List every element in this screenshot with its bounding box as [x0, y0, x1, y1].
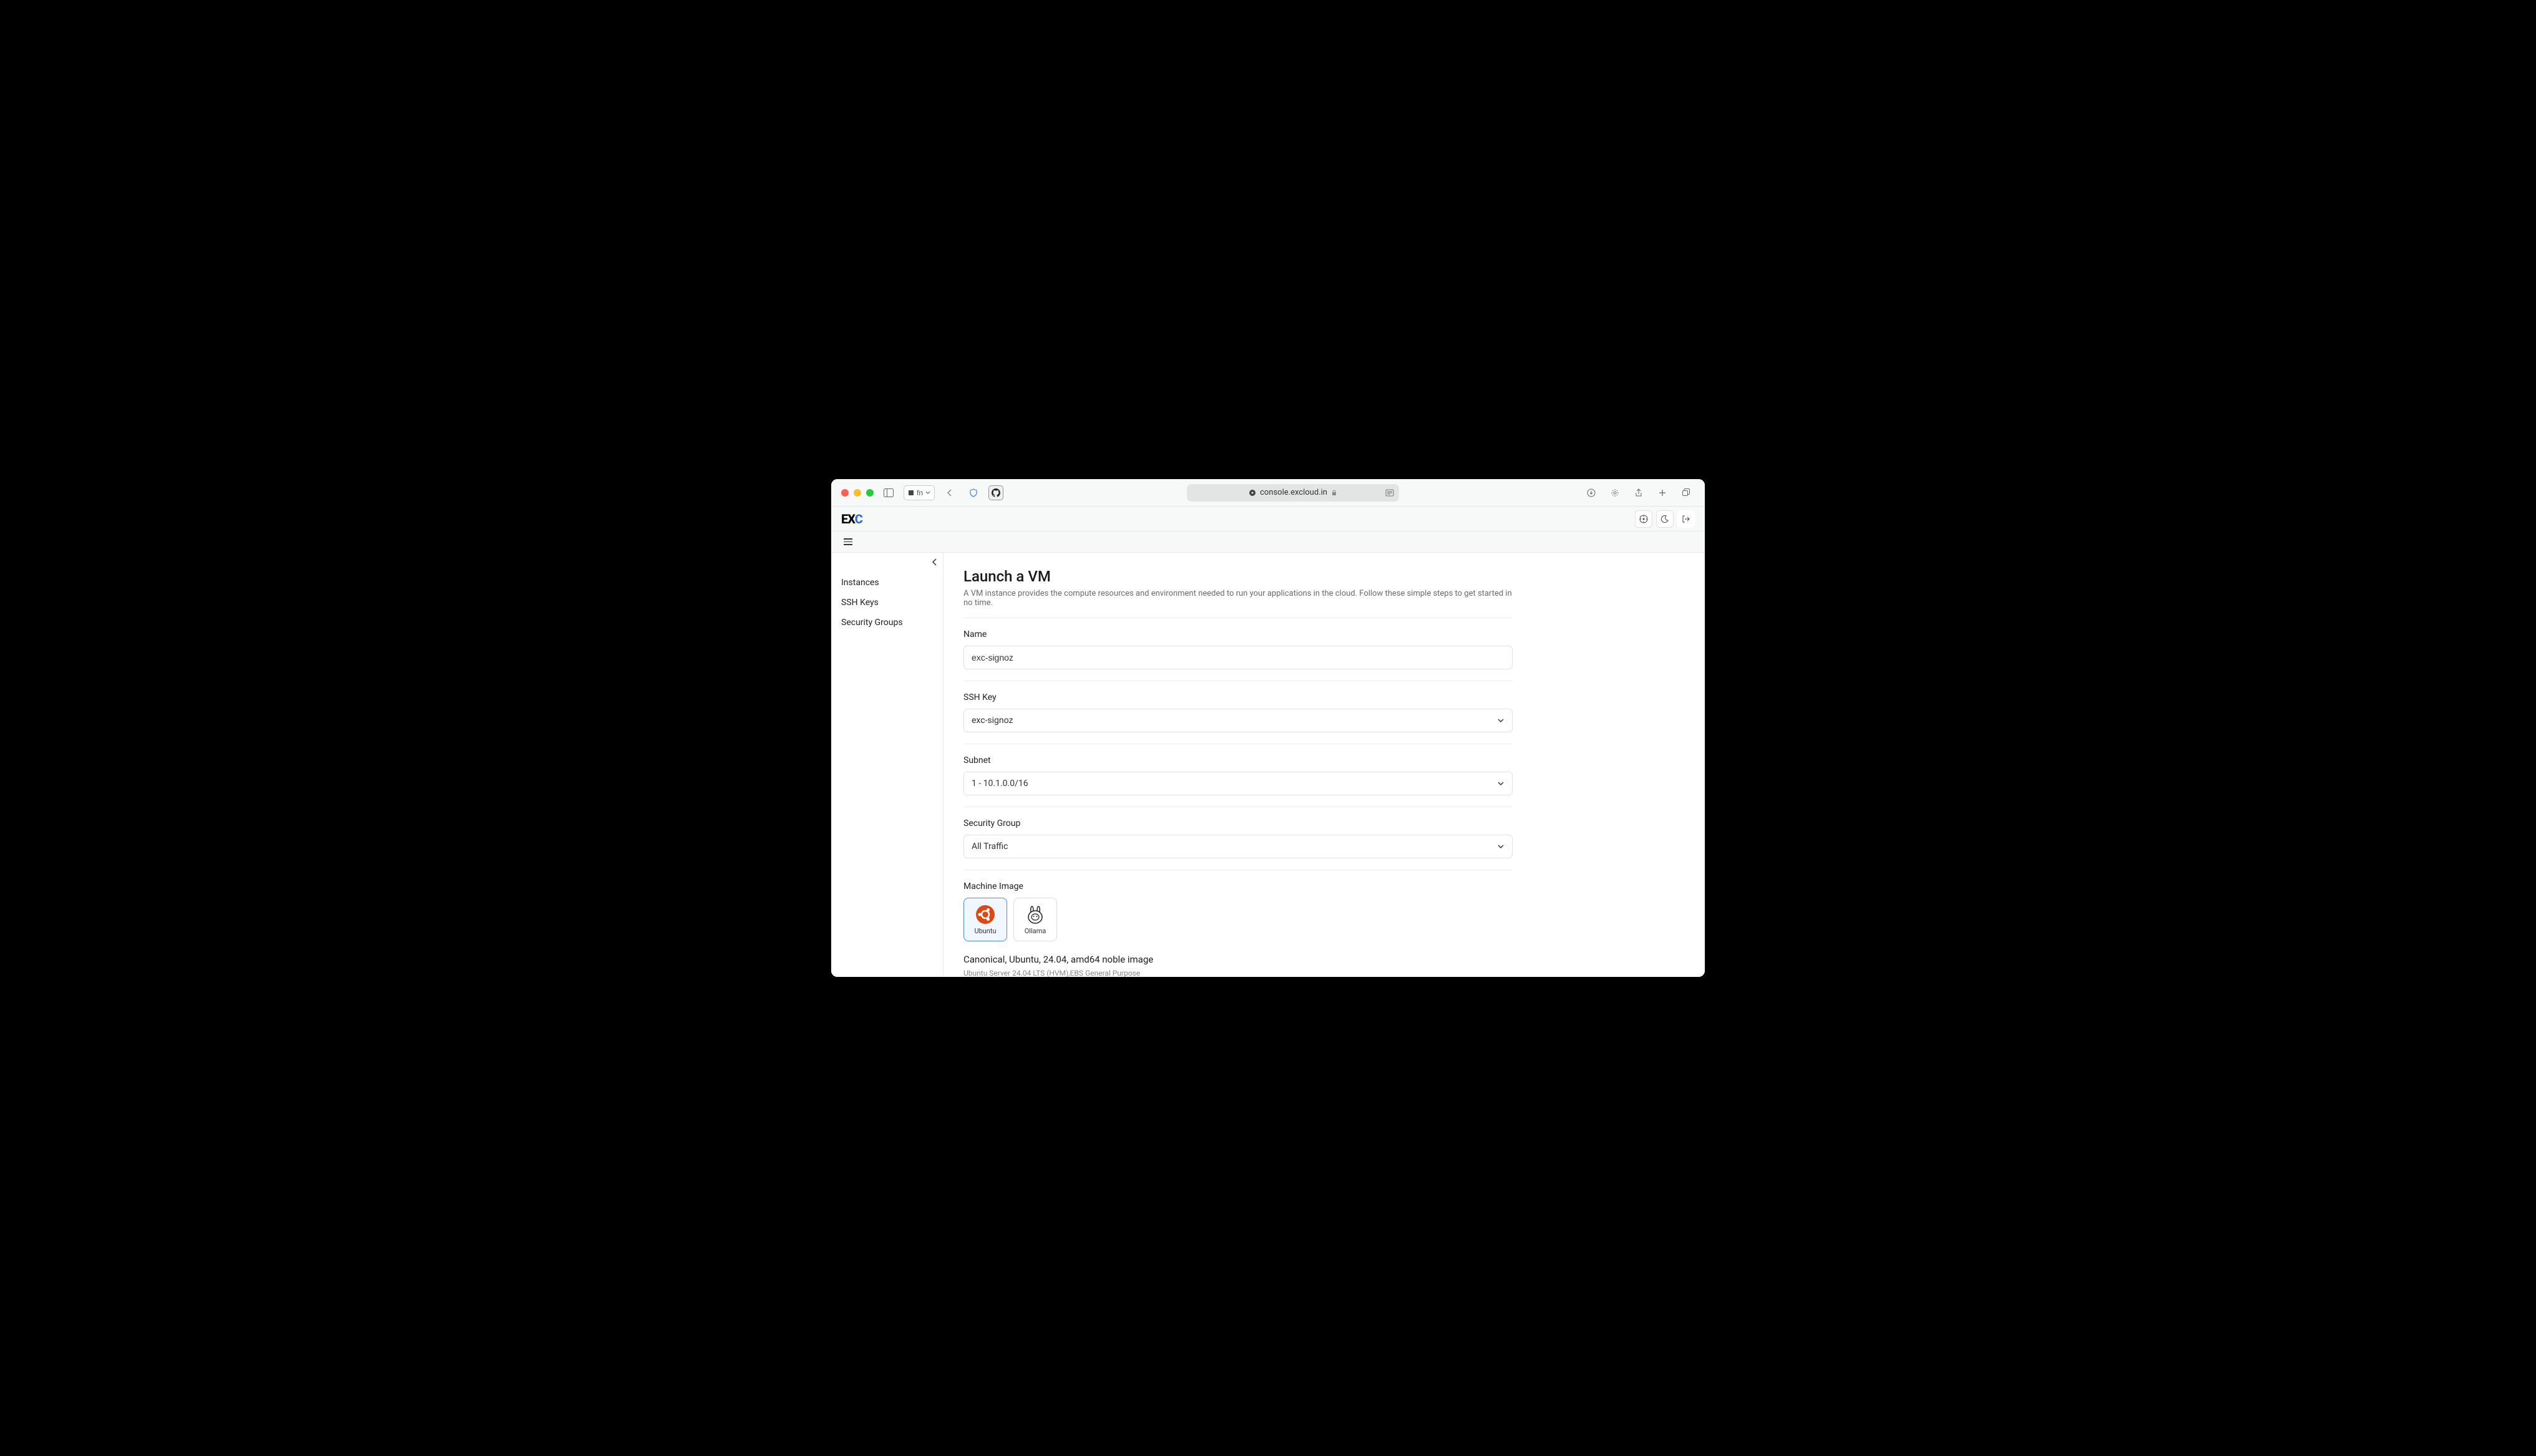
subnet-select[interactable]: 1 - 10.1.0.0/16 [963, 772, 1513, 795]
subnet-label: Subnet [963, 755, 1513, 765]
fn-menu-button[interactable]: fn [904, 485, 935, 500]
share-icon[interactable] [1630, 484, 1647, 502]
downloads-icon[interactable] [1583, 484, 1600, 502]
sidebar-item-security-groups[interactable]: Security Groups [836, 613, 938, 633]
subheader [831, 531, 1705, 553]
chevron-down-icon [1497, 717, 1505, 724]
machine-image-label: Machine Image [963, 881, 1513, 891]
sshkey-label: SSH Key [963, 692, 1513, 702]
name-input[interactable] [963, 646, 1513, 669]
image-card-label: Ollama [1025, 927, 1046, 935]
url-bar[interactable]: console.excloud.in [1187, 484, 1399, 502]
sshkey-value: exc-signoz [972, 716, 1013, 726]
logo-part1: EX [841, 512, 855, 527]
fn-label: fn [917, 488, 923, 497]
sshkey-select[interactable]: exc-signoz [963, 709, 1513, 732]
selected-image-title: Canonical, Ubuntu, 24.04, amd64 noble im… [963, 954, 1513, 965]
sidebar-toggle-icon[interactable] [880, 484, 897, 502]
page-title: Launch a VM [963, 568, 1513, 585]
theme-toggle-icon[interactable] [1656, 510, 1674, 528]
secgroup-select[interactable]: All Traffic [963, 835, 1513, 858]
image-card-ubuntu[interactable]: Ubuntu [963, 898, 1007, 941]
window-close-button[interactable] [841, 489, 849, 497]
sidebar-item-ssh-keys[interactable]: SSH Keys [836, 593, 938, 613]
browser-window: fn console.excloud.in [831, 479, 1705, 977]
lock-icon [1331, 490, 1337, 496]
window-maximize-button[interactable] [866, 489, 874, 497]
shield-icon[interactable] [965, 484, 982, 502]
logout-icon[interactable] [1677, 510, 1695, 528]
sidebar: Instances SSH Keys Security Groups [831, 553, 944, 977]
help-icon[interactable] [1635, 510, 1652, 528]
reader-icon[interactable] [1385, 489, 1394, 497]
titlebar: fn console.excloud.in [831, 479, 1705, 507]
settings-gear-icon[interactable] [1606, 484, 1624, 502]
site-icon [1249, 489, 1256, 497]
content: Launch a VM A VM instance provides the c… [944, 553, 1705, 977]
app-header: EXC [831, 507, 1705, 531]
tabs-overview-icon[interactable] [1677, 484, 1695, 502]
image-card-ollama[interactable]: Ollama [1013, 898, 1057, 941]
url-text: console.excloud.in [1260, 488, 1327, 497]
subnet-value: 1 - 10.1.0.0/16 [972, 779, 1028, 789]
secgroup-label: Security Group [963, 818, 1513, 828]
ollama-icon [1025, 905, 1045, 925]
back-button[interactable] [941, 484, 958, 502]
hamburger-icon[interactable] [841, 536, 855, 548]
name-label: Name [963, 629, 1513, 639]
logo[interactable]: EXC [841, 512, 862, 527]
sidebar-item-instances[interactable]: Instances [836, 573, 938, 593]
ubuntu-icon [975, 905, 995, 925]
new-tab-icon[interactable] [1654, 484, 1671, 502]
sidebar-collapse-icon[interactable] [930, 558, 939, 566]
logo-part2: C [855, 512, 862, 527]
image-card-label: Ubuntu [974, 927, 996, 935]
github-icon[interactable] [988, 485, 1003, 500]
page-subtitle: A VM instance provides the compute resou… [963, 589, 1513, 618]
secgroup-value: All Traffic [972, 842, 1008, 852]
selected-image-desc: Ubuntu Server 24.04 LTS (HVM),EBS Genera… [963, 969, 1151, 977]
window-minimize-button[interactable] [854, 489, 861, 497]
traffic-lights [841, 489, 874, 497]
chevron-down-icon [1497, 780, 1505, 787]
chevron-down-icon [1497, 843, 1505, 850]
